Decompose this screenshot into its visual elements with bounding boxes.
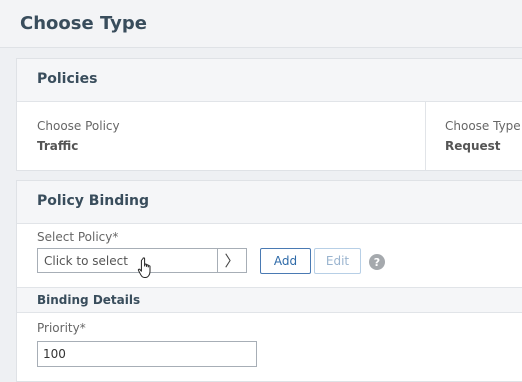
edit-button[interactable]: Edit — [314, 248, 361, 274]
hand-cursor-icon — [137, 257, 151, 278]
select-policy-label: Select Policy* — [37, 230, 119, 244]
policy-binding-title: Policy Binding — [37, 193, 150, 209]
priority-input[interactable] — [37, 341, 257, 367]
policy-binding-header: Policy Binding — [17, 181, 522, 224]
column-divider — [425, 102, 426, 170]
policies-panel: Policies Choose Policy Traffic Choose Ty… — [16, 58, 522, 171]
chevron-right-icon[interactable]: 〉 — [217, 249, 246, 272]
help-icon[interactable]: ? — [369, 254, 385, 270]
select-policy-placeholder: Click to select — [44, 254, 128, 268]
binding-details-title: Binding Details — [37, 293, 141, 307]
binding-details-header: Binding Details — [17, 287, 522, 313]
add-button[interactable]: Add — [260, 248, 311, 274]
priority-label: Priority* — [37, 321, 86, 335]
choose-policy-value: Traffic — [37, 139, 79, 153]
policies-panel-header: Policies — [17, 59, 522, 102]
choose-type-label: Choose Type — [445, 119, 521, 133]
choose-policy-label: Choose Policy — [37, 119, 120, 133]
header-bar: Choose Type — [0, 0, 522, 48]
page-title: Choose Type — [20, 13, 147, 34]
choose-type-value: Request — [445, 139, 501, 153]
policy-binding-panel: Policy Binding Select Policy* Click to s… — [16, 180, 522, 382]
policies-title: Policies — [37, 71, 98, 87]
